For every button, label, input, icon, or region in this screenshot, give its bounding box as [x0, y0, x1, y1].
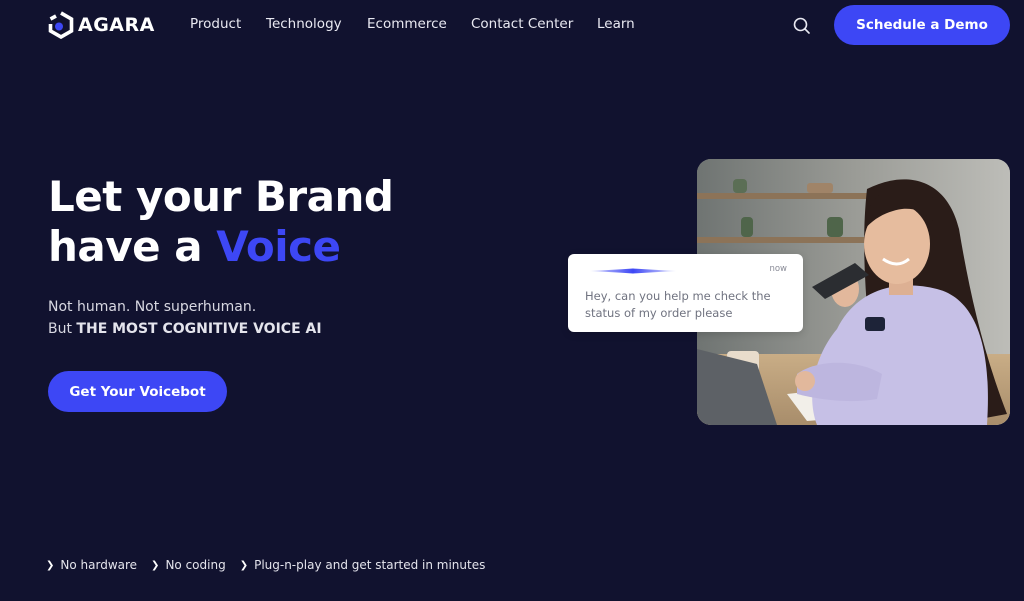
feature-label: No hardware	[60, 558, 138, 572]
hero-title-line1: Let your Brand	[48, 172, 394, 221]
hexagon-logo-icon	[48, 11, 74, 39]
chevron-right-icon: ❯	[46, 559, 55, 571]
chat-bubble: now Hey, can you help me check the statu…	[568, 254, 803, 332]
subtitle-line1: Not human. Not superhuman.	[48, 299, 257, 315]
hero-subtitle: Not human. Not superhuman. But THE MOST …	[48, 296, 322, 340]
feature-label: Plug-n-play and get started in minutes	[254, 558, 486, 572]
feature-item: ❯ No hardware	[46, 558, 137, 572]
hero-title: Let your Brand have a Voice	[48, 172, 394, 272]
chevron-right-icon: ❯	[151, 559, 160, 571]
brand-name: AGARA	[78, 14, 155, 36]
brand-logo[interactable]: AGARA	[48, 11, 155, 39]
search-button[interactable]	[792, 16, 812, 36]
search-icon	[792, 16, 812, 36]
feature-item: ❯ No coding	[151, 558, 226, 572]
chat-timestamp: now	[769, 264, 787, 274]
nav-item-learn[interactable]: Learn	[597, 16, 635, 32]
feature-list: ❯ No hardware ❯ No coding ❯ Plug-n-play …	[46, 558, 499, 572]
feature-label: No coding	[165, 558, 226, 572]
page: AGARA Product Technology Ecommerce Conta…	[0, 0, 1024, 601]
hero-title-line2-prefix: have a	[48, 222, 217, 271]
nav-item-ecommerce[interactable]: Ecommerce	[367, 16, 447, 32]
hero-title-accent: Voice	[216, 222, 341, 271]
feature-item: ❯ Plug-n-play and get started in minutes	[240, 558, 486, 572]
voice-waveform-icon	[590, 267, 676, 275]
nav-item-technology[interactable]: Technology	[266, 16, 342, 32]
get-voicebot-button[interactable]: Get Your Voicebot	[48, 371, 227, 412]
chevron-right-icon: ❯	[239, 559, 249, 571]
nav-item-product[interactable]: Product	[190, 16, 241, 32]
nav-item-contact-center[interactable]: Contact Center	[471, 16, 573, 32]
subtitle-line2-bold: THE MOST COGNITIVE VOICE AI	[76, 321, 322, 337]
chat-message: Hey, can you help me check the status of…	[585, 289, 771, 320]
schedule-demo-button[interactable]: Schedule a Demo	[834, 5, 1010, 45]
subtitle-line2-prefix: But	[48, 321, 77, 337]
